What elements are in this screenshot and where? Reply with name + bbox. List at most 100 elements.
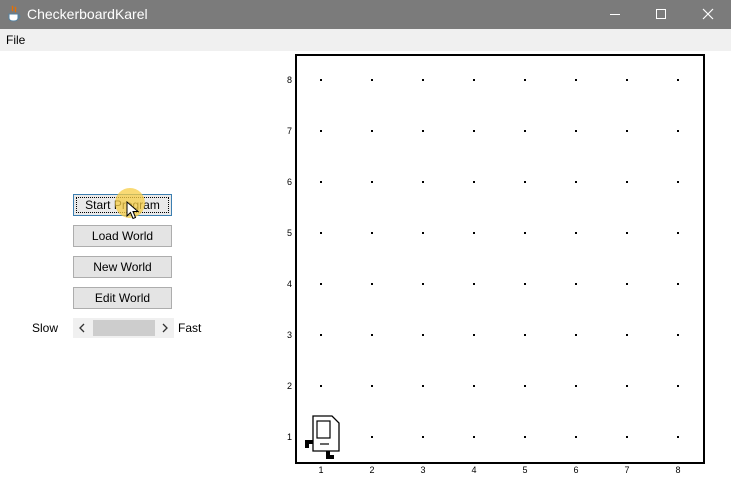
- corner-dot: [677, 181, 679, 183]
- corner-dot: [575, 385, 577, 387]
- corner-dot: [473, 232, 475, 234]
- avenue-label: 4: [471, 465, 476, 475]
- corner-dot: [320, 79, 322, 81]
- corner-dot: [575, 283, 577, 285]
- corner-dot: [473, 181, 475, 183]
- corner-dot: [524, 79, 526, 81]
- corner-dot: [371, 334, 373, 336]
- street-label: 7: [287, 126, 292, 136]
- corner-dot: [320, 334, 322, 336]
- menu-file[interactable]: File: [6, 33, 25, 47]
- corner-dot: [524, 436, 526, 438]
- corner-dot: [371, 283, 373, 285]
- slider-right-arrow[interactable]: [156, 318, 174, 338]
- corner-dot: [320, 130, 322, 132]
- avenue-label: 5: [522, 465, 527, 475]
- close-icon: [702, 8, 714, 20]
- street-label: 1: [287, 432, 292, 442]
- corner-dot: [320, 283, 322, 285]
- menu-bar: File: [0, 29, 731, 51]
- load-world-label: Load World: [91, 229, 154, 243]
- street-label: 2: [287, 381, 292, 391]
- slider-thumb[interactable]: [93, 320, 155, 336]
- avenue-label: 7: [624, 465, 629, 475]
- corner-dot: [524, 232, 526, 234]
- corner-dot: [524, 130, 526, 132]
- corner-dot: [626, 181, 628, 183]
- corner-dot: [473, 130, 475, 132]
- street-label: 8: [287, 75, 292, 85]
- slider-left-arrow[interactable]: [73, 318, 91, 338]
- corner-dot: [473, 436, 475, 438]
- street-label: 6: [287, 177, 292, 187]
- corner-dot: [422, 79, 424, 81]
- maximize-button[interactable]: [638, 0, 684, 29]
- corner-dot: [422, 436, 424, 438]
- corner-dot: [422, 334, 424, 336]
- corner-dot: [320, 181, 322, 183]
- avenue-label: 2: [369, 465, 374, 475]
- corner-dot: [626, 334, 628, 336]
- start-program-button[interactable]: Start Program: [73, 194, 172, 216]
- corner-dot: [422, 283, 424, 285]
- avenue-label: 1: [318, 465, 323, 475]
- focus-ring: [76, 197, 169, 213]
- corner-dot: [575, 181, 577, 183]
- corner-dot: [575, 79, 577, 81]
- corner-dot: [677, 334, 679, 336]
- corner-dot: [422, 181, 424, 183]
- corner-dot: [371, 385, 373, 387]
- corner-dot: [371, 181, 373, 183]
- street-labels: 1 2 3 4 5 6 7 8: [287, 75, 292, 442]
- corner-dot: [320, 232, 322, 234]
- corner-dot: [677, 385, 679, 387]
- maximize-icon: [656, 9, 666, 19]
- corner-dot: [626, 232, 628, 234]
- corner-dot: [677, 232, 679, 234]
- corner-dot: [677, 79, 679, 81]
- minimize-icon: [610, 14, 620, 15]
- corner-dot: [473, 334, 475, 336]
- corner-dot: [524, 334, 526, 336]
- window-title: CheckerboardKarel: [27, 6, 148, 22]
- avenue-label: 3: [420, 465, 425, 475]
- chevron-left-icon: [79, 323, 85, 333]
- avenue-labels: 1 2 3 4 5 6 7 8: [318, 465, 680, 475]
- java-coffee-cup-icon: [7, 5, 21, 23]
- street-label: 5: [287, 228, 292, 238]
- corner-dot: [575, 436, 577, 438]
- corner-dot: [371, 79, 373, 81]
- corner-dot: [575, 334, 577, 336]
- edit-world-button[interactable]: Edit World: [73, 287, 172, 309]
- corner-dot: [575, 130, 577, 132]
- street-label: 4: [287, 279, 292, 289]
- avenue-label: 8: [675, 465, 680, 475]
- minimize-button[interactable]: [592, 0, 638, 29]
- corner-dot: [626, 385, 628, 387]
- corner-dot: [371, 232, 373, 234]
- corner-dot: [626, 436, 628, 438]
- corner-dot: [422, 232, 424, 234]
- corner-dot: [371, 130, 373, 132]
- speed-fast-label: Fast: [178, 321, 202, 335]
- new-world-label: New World: [93, 260, 152, 274]
- corner-dot: [422, 130, 424, 132]
- load-world-button[interactable]: Load World: [73, 225, 172, 247]
- world-border: [295, 54, 705, 464]
- corner-dot: [422, 385, 424, 387]
- corner-dot: [626, 283, 628, 285]
- corner-dot: [473, 385, 475, 387]
- karel-world[interactable]: 1 2 3 4 5 6 7 8 1 2 3 4 5 6 7 8: [283, 50, 723, 477]
- corner-dot: [677, 130, 679, 132]
- corner-dot: [626, 130, 628, 132]
- corner-dot: [524, 181, 526, 183]
- new-world-button[interactable]: New World: [73, 256, 172, 278]
- corner-dot: [626, 79, 628, 81]
- corner-dot: [575, 232, 577, 234]
- corner-dot: [524, 385, 526, 387]
- close-button[interactable]: [685, 0, 731, 29]
- speed-slider[interactable]: [73, 318, 174, 338]
- corner-dot: [677, 436, 679, 438]
- edit-world-label: Edit World: [94, 291, 151, 305]
- corner-dot: [677, 283, 679, 285]
